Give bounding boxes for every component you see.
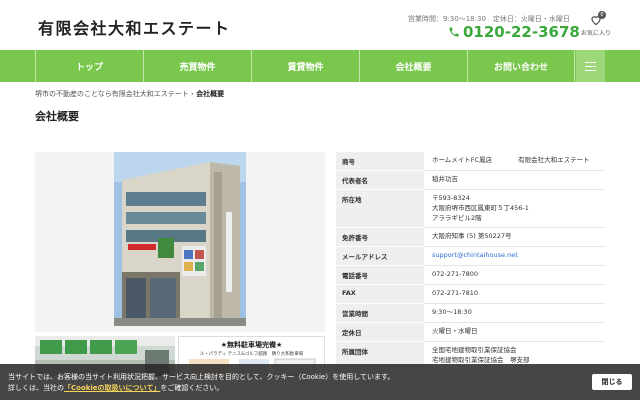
company-info-row: 営業時間 9:30～18:30 xyxy=(336,303,605,323)
office-building-photo xyxy=(114,152,246,326)
email-link[interactable]: support@chintaihouse.net xyxy=(432,251,518,259)
company-info-label: 電話番号 xyxy=(336,265,424,286)
cookie-policy-link[interactable]: 「Cookieの取扱いについて」 xyxy=(64,384,160,392)
phone-number[interactable]: 0120-22-3678 xyxy=(448,23,580,41)
cookie-line-2-prefix: 詳しくは、当社の xyxy=(8,383,64,392)
company-info-label: 代表者名 xyxy=(336,170,424,190)
nav-item-company[interactable]: 会社概要 xyxy=(359,50,467,82)
company-info-row: 免許番号 大阪府知事 (5) 第50227号 xyxy=(336,227,605,248)
company-info-value: 大阪府知事 (5) 第50227号 xyxy=(424,227,605,248)
company-info-label: 営業時間 xyxy=(336,303,424,323)
hamburger-icon xyxy=(585,61,596,71)
company-info-row: 商号 ホームメイトFC鳳店 有限会社大和エステート xyxy=(336,152,605,171)
company-info-value: 072-271-7810 xyxy=(424,284,605,304)
breadcrumb: 堺市の不動産のことなら有限会社大和エステート › 会社概要 xyxy=(35,89,224,99)
main-nav: トップ 売買物件 賃貸物件 会社概要 お問い合わせ xyxy=(0,50,640,82)
nav-item-sale[interactable]: 売買物件 xyxy=(143,50,251,82)
phone-icon xyxy=(449,27,459,37)
site-logo[interactable]: 有限会社大和エステート xyxy=(38,15,231,39)
favorites-button[interactable]: 0 お気に入り xyxy=(580,11,612,37)
breadcrumb-current: 会社概要 xyxy=(196,90,225,98)
cookie-banner: 当サイトでは、お客様の当サイト利用状況把握、サービス向上検討を目的として、クッキ… xyxy=(0,364,640,400)
breadcrumb-separator: › xyxy=(191,90,194,98)
company-info-value: support@chintaihouse.net xyxy=(424,246,605,267)
cookie-close-button[interactable]: 閉じる xyxy=(592,374,632,390)
breadcrumb-home-link[interactable]: 堺市の不動産のことなら有限会社大和エステート xyxy=(35,90,189,98)
company-info-row: 定休日 火曜日・水曜日 xyxy=(336,322,605,342)
company-info-row: 電話番号 072-271-7800 xyxy=(336,265,605,286)
company-info-value: 〒593-8324 大阪府堺市西区鳳東町５丁456-1 アララギビル2階 xyxy=(424,189,605,229)
company-info-label: 所在地 xyxy=(336,189,424,229)
cookie-message: 当サイトでは、お客様の当サイト利用状況把握、サービス向上検討を目的として、クッキ… xyxy=(8,372,394,393)
company-info-value: 072-271-7800 xyxy=(424,265,605,286)
flyer-title: ★無料駐車場完備★ xyxy=(220,341,283,349)
company-info-label: 定休日 xyxy=(336,322,424,342)
favorites-count: 0 xyxy=(598,11,606,19)
company-info-row: 所在地 〒593-8324 大阪府堺市西区鳳東町５丁456-1 アララギビル2階 xyxy=(336,189,605,229)
cookie-line-2: 詳しくは、当社の「Cookieの取扱いについて」をご確認ください。 xyxy=(8,383,394,394)
company-info-value: ホームメイトFC鳳店 有限会社大和エステート xyxy=(424,152,605,171)
nav-item-top[interactable]: トップ xyxy=(35,50,143,82)
menu-button[interactable] xyxy=(576,50,605,82)
office-photo-panel xyxy=(35,152,325,332)
favorites-label: お気に入り xyxy=(580,30,611,37)
company-info-label: 免許番号 xyxy=(336,227,424,248)
site-header: 有限会社大和エステート 営業時間：9:30～18:30 定休日：火曜日・水曜日 … xyxy=(0,0,640,50)
nav-item-contact[interactable]: お問い合わせ xyxy=(467,50,575,82)
page-title: 会社概要 xyxy=(35,110,79,123)
company-info-label: メールアドレス xyxy=(336,246,424,267)
cookie-line-2-suffix: をご確認ください。 xyxy=(160,383,224,392)
company-info-label: 商号 xyxy=(336,152,424,171)
company-info-label: FAX xyxy=(336,284,424,304)
company-info-row: FAX 072-271-7810 xyxy=(336,284,605,304)
company-info-value: 稲井功吉 xyxy=(424,170,605,190)
company-info-value: 9:30～18:30 xyxy=(424,303,605,323)
company-info-value: 火曜日・水曜日 xyxy=(424,322,605,342)
nav-item-rent[interactable]: 賃貸物件 xyxy=(251,50,359,82)
phone-number-text: 0120-22-3678 xyxy=(463,23,580,41)
cookie-line-1: 当サイトでは、お客様の当サイト利用状況把握、サービス向上検討を目的として、クッキ… xyxy=(8,373,395,381)
heart-icon: 0 xyxy=(589,11,606,26)
company-info-row: 代表者名 稲井功吉 xyxy=(336,170,605,190)
company-info-table: 商号 ホームメイトFC鳳店 有限会社大和エステート 代表者名 稲井功吉 所在地 〒593-… xyxy=(336,152,605,371)
company-info-row: メールアドレス support@chintaihouse.net xyxy=(336,246,605,267)
